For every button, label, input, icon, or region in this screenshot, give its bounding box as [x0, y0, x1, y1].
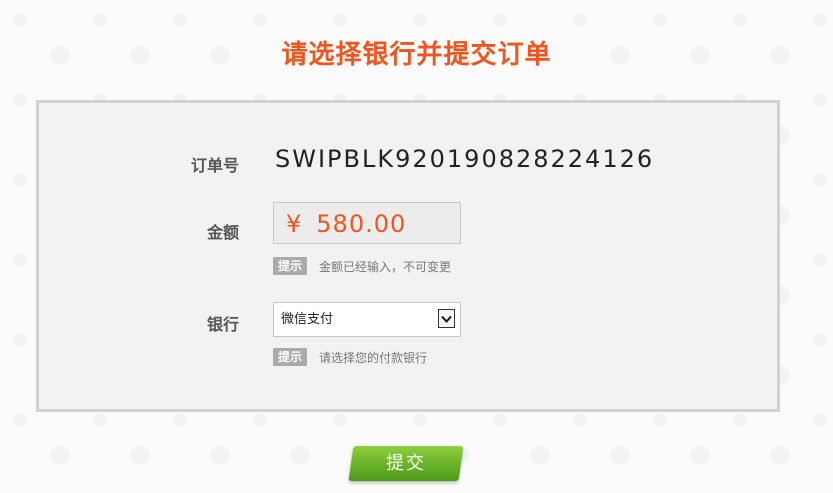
amount-hint: 提示 金额已经输入，不可变更	[273, 257, 451, 275]
bank-hint: 提示 请选择您的付款银行	[273, 348, 427, 366]
page-title: 请选择银行并提交订单	[281, 40, 552, 70]
submit-button-label: 提交	[386, 453, 426, 474]
submit-button[interactable]: 提交	[348, 446, 464, 481]
hint-text: 请选择您的付款银行	[319, 350, 428, 365]
order-number-label: 订单号	[190, 156, 239, 175]
amount-value: 580.00	[316, 210, 407, 238]
hint-tag: 提示	[273, 348, 308, 366]
bank-select-value: 微信支付	[281, 312, 334, 327]
hint-tag: 提示	[273, 257, 308, 275]
amount-field: ¥580.00	[273, 202, 461, 244]
chevron-down-icon[interactable]	[438, 309, 455, 328]
hint-text: 金额已经输入，不可变更	[319, 259, 452, 274]
bank-select[interactable]: 微信支付	[273, 302, 461, 337]
order-number-value: SWIPBLK920190828224126	[275, 145, 655, 173]
order-form-panel: 订单号 SWIPBLK920190828224126 金额 ¥580.00 提示…	[36, 100, 780, 412]
bank-label: 银行	[206, 315, 239, 334]
currency-symbol: ¥	[286, 210, 303, 238]
amount-label: 金额	[206, 223, 239, 242]
